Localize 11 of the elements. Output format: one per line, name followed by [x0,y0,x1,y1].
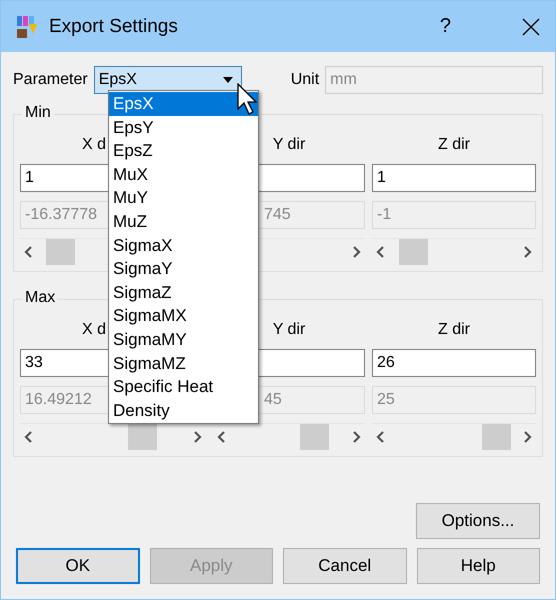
readout-field: 25 [372,386,536,414]
readout-field: -1 [372,201,536,229]
unit-label: Unit [290,71,320,89]
window-title: Export Settings [49,16,179,38]
column-label: X d [82,321,106,338]
column-label: Y dir [272,136,306,153]
column-label: X d [82,136,106,153]
column-label: Z dir [438,321,470,338]
column-label: Y dir [272,321,306,338]
parameter-label: Parameter [13,71,88,89]
column-label: Z dir [438,136,470,153]
